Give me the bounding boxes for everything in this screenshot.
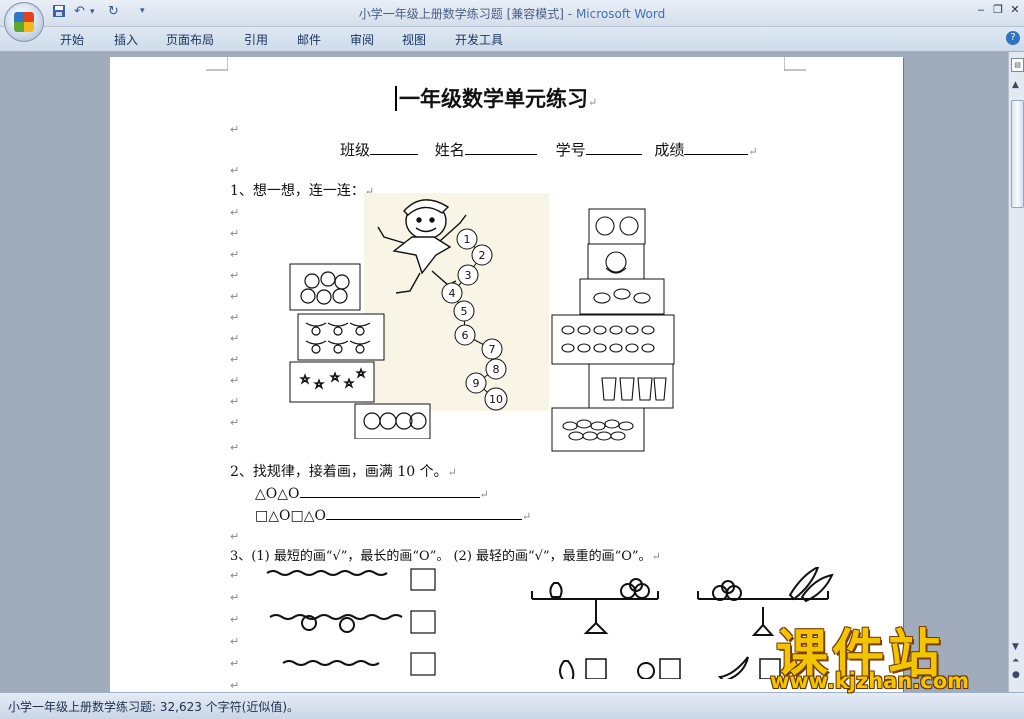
document-page[interactable]: 一年级数学单元练习↵ ↵ 班级 姓名 学号 成绩 ↵ ↵ 1、想一想，连一连：↵ …	[110, 57, 903, 692]
cups-box	[588, 363, 674, 409]
question-3-text: 3、(1) 最短的画“√”，最长的画“O”。 (2) 最轻的画“√”，最重的画“…	[230, 549, 661, 564]
paragraph-mark: ↵	[230, 164, 240, 177]
paragraph-mark: ↵	[230, 657, 240, 670]
office-logo-icon	[14, 12, 34, 32]
balance-answer-box-2	[659, 658, 681, 679]
stone-label: 5	[461, 305, 468, 318]
right-picture-boxes	[551, 208, 675, 452]
answer-box-1[interactable]	[410, 568, 436, 591]
tab-mailings[interactable]: 邮件	[297, 31, 321, 48]
rope-3	[282, 660, 380, 666]
rope-2	[269, 614, 403, 620]
ropes-comparison-image	[266, 568, 436, 676]
tab-insert[interactable]: 插入	[114, 31, 138, 48]
ribbon-tabs: 开始 插入 页面布局 引用 邮件 审阅 视图 开发工具 ?	[0, 27, 1024, 52]
rings-box	[354, 403, 431, 439]
stone-label: 6	[462, 329, 469, 342]
apples-box	[289, 263, 361, 311]
minimize-button[interactable]: ‒	[973, 3, 989, 16]
office-button[interactable]	[4, 2, 44, 42]
stone-label: 10	[489, 393, 503, 406]
stone-label: 7	[489, 343, 496, 356]
paragraph-mark: ↵	[230, 635, 240, 648]
scroll-up-arrow-icon[interactable]: ▲	[1012, 80, 1019, 90]
paragraph-mark: ↵	[230, 679, 240, 692]
paragraph-mark: ↵	[230, 569, 240, 582]
left-picture-boxes	[289, 263, 431, 439]
student-info-line: 班级 姓名 学号 成绩 ↵	[340, 141, 758, 159]
paragraph-mark: ↵	[230, 591, 240, 604]
stone-label: 2	[479, 249, 486, 262]
status-bar: 小学一年级上册数学练习题: 32,623 个字符(近似值)。	[0, 692, 1024, 719]
balance-answer-box-1	[585, 658, 607, 679]
stone-label: 3	[465, 269, 472, 282]
monkeys-box	[588, 208, 646, 245]
word-count-status[interactable]: 小学一年级上册数学练习题: 32,623 个字符(近似值)。	[8, 698, 299, 715]
tab-developer[interactable]: 开发工具	[455, 31, 503, 48]
document-area[interactable]: 一年级数学单元练习↵ ↵ 班级 姓名 学号 成绩 ↵ ↵ 1、想一想，连一连：↵ …	[0, 52, 1008, 692]
question-2-text: 2、找规律，接着画，画满 10 个。↵	[230, 464, 457, 480]
page-corner-mark	[206, 57, 228, 71]
doc-title: 一年级数学单元练习↵	[395, 83, 597, 113]
answer-box-2[interactable]	[410, 610, 436, 634]
paragraph-mark: ↵	[230, 123, 240, 136]
vertical-scrollbar[interactable]: ▤ ▲ ▼ ⏶ ●	[1008, 52, 1024, 692]
pattern-1-line: △O△O ↵	[255, 486, 489, 502]
ruler-toggle-icon[interactable]: ▤	[1011, 58, 1024, 72]
answer-box-3[interactable]	[410, 652, 436, 676]
help-icon[interactable]: ?	[1006, 31, 1020, 45]
window-title: 小学一年级上册数学练习题 [兼容模式] - Microsoft Word	[358, 7, 666, 21]
question-1-text: 1、想一想，连一连：↵	[230, 183, 375, 199]
animals-box	[297, 313, 385, 361]
tab-home[interactable]: 开始	[60, 31, 84, 48]
pattern-2-line: □△O□△O ↵	[255, 508, 532, 524]
tab-view[interactable]: 视图	[402, 31, 426, 48]
rope-1	[266, 570, 388, 576]
tab-references[interactable]: 引用	[244, 31, 268, 48]
close-button[interactable]: ✕	[1007, 3, 1023, 16]
stone-label: 9	[473, 377, 480, 390]
stone-label: 1	[464, 233, 471, 246]
restore-button[interactable]: ❐	[990, 3, 1006, 16]
paragraph-mark: ↵	[230, 530, 240, 543]
scrollbar-thumb[interactable]	[1011, 100, 1024, 208]
page-corner-mark	[784, 57, 806, 71]
birds-box	[579, 278, 665, 315]
stone-label: 4	[449, 287, 456, 300]
crabs-box	[551, 314, 675, 365]
kjzhan-watermark-logo: 课件站 www.kjzhan.com	[770, 625, 970, 693]
chicken-box	[587, 243, 645, 280]
stone-label: 8	[493, 363, 500, 376]
paragraph-mark: ↵	[230, 613, 240, 626]
title-bar: ↶ ▾ ↻ ▾ 小学一年级上册数学练习题 [兼容模式] - Microsoft …	[0, 0, 1024, 27]
tab-review[interactable]: 审阅	[350, 31, 374, 48]
tab-page-layout[interactable]: 页面布局	[166, 31, 214, 48]
